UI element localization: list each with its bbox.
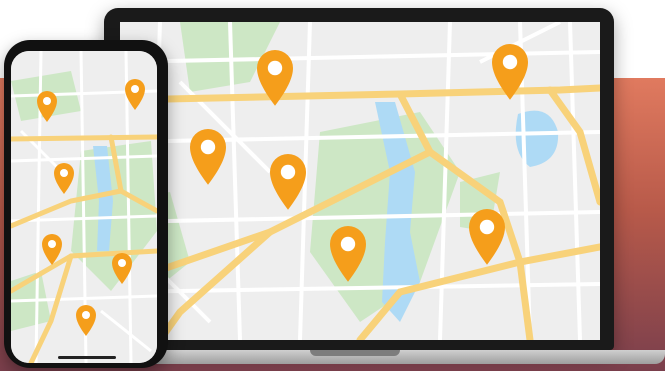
phone-home-indicator bbox=[58, 356, 116, 359]
laptop-map-screen[interactable] bbox=[120, 22, 600, 340]
phone-map-screen[interactable] bbox=[11, 51, 157, 363]
phone-map[interactable] bbox=[11, 51, 157, 363]
laptop-hinge-notch bbox=[310, 350, 400, 356]
laptop-base bbox=[140, 350, 665, 364]
laptop-map[interactable] bbox=[120, 22, 600, 340]
device-mockup-scene bbox=[0, 0, 665, 371]
